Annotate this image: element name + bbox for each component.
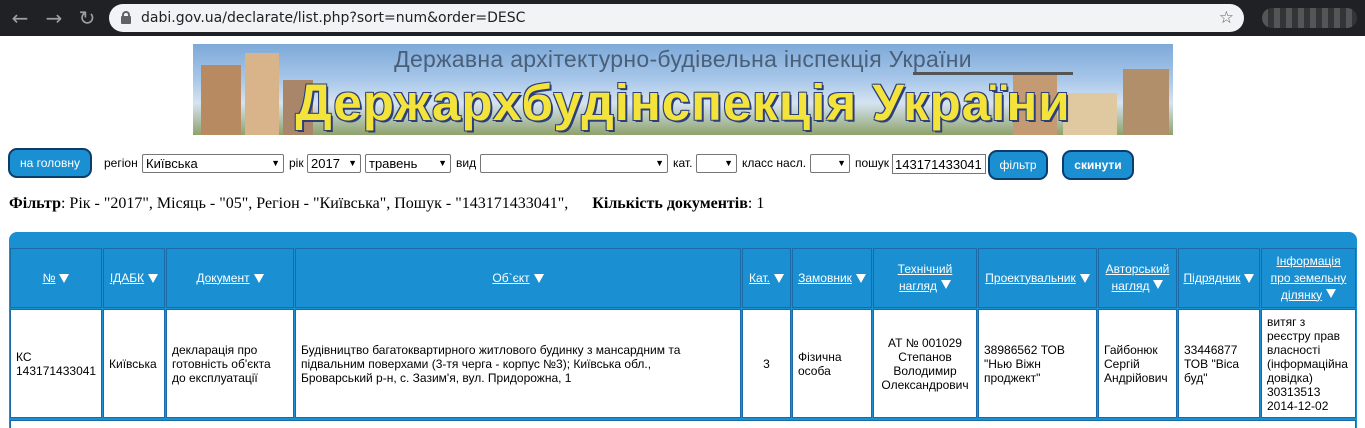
search-label: пошук bbox=[855, 156, 890, 170]
column-header-customer[interactable]: Замовник bbox=[792, 248, 872, 308]
sort-down-icon bbox=[1079, 273, 1090, 283]
filter-button[interactable]: фільтр bbox=[988, 150, 1048, 180]
column-header-designer-link[interactable]: Проектувальник bbox=[985, 270, 1075, 287]
chevron-down-icon: ▼ bbox=[271, 158, 280, 168]
address-bar[interactable]: dabi.gov.ua/declarate/list.php?sort=num&… bbox=[109, 4, 1244, 32]
sort-down-icon bbox=[253, 273, 264, 283]
category-label: кат. bbox=[673, 156, 693, 170]
cell-customer: Фізична особа bbox=[792, 309, 872, 418]
class-label: класс насл. bbox=[742, 156, 807, 170]
column-header-customer-link[interactable]: Замовник bbox=[798, 270, 852, 287]
document-count-label: Кількість документів bbox=[592, 195, 748, 212]
year-select-value: 2017 bbox=[311, 156, 340, 171]
reload-icon[interactable]: ↻ bbox=[75, 6, 99, 30]
reset-button[interactable]: скинути bbox=[1062, 150, 1134, 180]
banner-subtitle: Державна архітектурно-будівельна інспекц… bbox=[394, 46, 972, 72]
region-select-value: Київська bbox=[146, 156, 198, 171]
month-select[interactable]: травень ▼ bbox=[365, 154, 451, 173]
cell-document: декларація про готовність об'єкта до експл… bbox=[166, 309, 294, 418]
sort-down-icon bbox=[533, 273, 544, 283]
column-header-category[interactable]: Кат. bbox=[742, 248, 791, 308]
column-header-object-link[interactable]: Об`єкт bbox=[492, 270, 529, 287]
forward-icon[interactable]: → bbox=[42, 6, 66, 30]
url-text[interactable]: dabi.gov.ua/declarate/list.php?sort=num&… bbox=[141, 4, 525, 32]
column-header-category-link[interactable]: Кат. bbox=[749, 270, 770, 287]
region-select[interactable]: Київська ▼ bbox=[142, 154, 284, 173]
site-banner: Державна архітектурно-будівельна інспекц… bbox=[193, 44, 1173, 135]
column-header-idabk-link[interactable]: ІДАБК bbox=[110, 270, 144, 287]
lock-icon bbox=[121, 11, 131, 24]
column-header-author-supervision-link[interactable]: Авторський bbox=[1106, 261, 1170, 278]
column-header-tech-supervision-link2[interactable]: нагляд bbox=[899, 279, 937, 293]
browser-toolbar: ← → ↻ dabi.gov.ua/declarate/list.php?sor… bbox=[0, 0, 1365, 36]
type-select[interactable]: ▼ bbox=[480, 154, 668, 173]
column-header-tech-supervision-link[interactable]: Технічний bbox=[898, 261, 953, 278]
cell-tech-supervision: АТ № 001029 Степанов Володимир Олександрови… bbox=[873, 309, 977, 418]
column-header-tech-supervision[interactable]: Технічний нагляд bbox=[873, 248, 977, 308]
type-label: вид bbox=[456, 156, 477, 170]
cell-idabk: Київська bbox=[103, 309, 165, 418]
profile-avatar[interactable] bbox=[1262, 8, 1357, 28]
filter-summary-label: Фільтр bbox=[9, 195, 61, 212]
cell-object: Будівництво багатоквартирного житлового … bbox=[295, 309, 741, 418]
chevron-down-icon: ▼ bbox=[438, 158, 447, 168]
column-header-contractor[interactable]: Підрядник bbox=[1178, 248, 1260, 308]
region-label: регіон bbox=[104, 156, 138, 170]
cell-category: 3 bbox=[742, 309, 791, 418]
column-header-number[interactable]: № bbox=[10, 248, 102, 308]
next-row-edge bbox=[10, 420, 1356, 428]
search-input[interactable] bbox=[892, 154, 986, 174]
column-header-idabk[interactable]: ІДАБК bbox=[103, 248, 165, 308]
cell-land-info: витяг з реєстру прав власності (інформаційн… bbox=[1261, 309, 1356, 418]
cell-contractor: 33446877 ТОВ "Віса буд" bbox=[1178, 309, 1260, 418]
column-header-contractor-link[interactable]: Підрядник bbox=[1184, 270, 1241, 287]
cell-designer: 38986562 ТОВ "Нью Віжн проджект" bbox=[978, 309, 1097, 418]
month-select-value: травень bbox=[369, 156, 418, 171]
column-header-author-supervision-link2[interactable]: нагляд bbox=[1112, 279, 1150, 293]
chevron-down-icon: ▼ bbox=[655, 158, 664, 168]
column-header-land-info[interactable]: Інформація про земельну ділянку bbox=[1261, 248, 1356, 308]
document-count-value: : 1 bbox=[747, 195, 765, 212]
column-header-designer[interactable]: Проектувальник bbox=[978, 248, 1097, 308]
column-header-number-link[interactable]: № bbox=[43, 270, 56, 287]
filter-summary: Фільтр: Рік - "2017", Місяць - "05", Рег… bbox=[9, 195, 764, 213]
column-header-document[interactable]: Документ bbox=[166, 248, 294, 308]
sort-down-icon bbox=[773, 273, 784, 283]
column-header-land-info-link2[interactable]: про земельну bbox=[1271, 270, 1347, 287]
chevron-down-icon: ▼ bbox=[724, 158, 733, 168]
banner-title: Держархбудінспекція України bbox=[295, 74, 1071, 131]
home-button[interactable]: на головну bbox=[8, 148, 92, 178]
sort-down-icon bbox=[1153, 280, 1164, 289]
column-header-object[interactable]: Об`єкт bbox=[295, 248, 741, 308]
class-select[interactable]: ▼ bbox=[810, 154, 850, 173]
back-icon[interactable]: ← bbox=[8, 6, 32, 30]
cell-number: КС 143171433041 bbox=[10, 309, 102, 418]
year-label: рік bbox=[289, 156, 304, 170]
sort-down-icon bbox=[59, 273, 70, 283]
chevron-down-icon: ▼ bbox=[837, 158, 846, 168]
category-select[interactable]: ▼ bbox=[696, 154, 737, 173]
bookmark-star-icon[interactable]: ☆ bbox=[1219, 4, 1234, 32]
cell-author-supervision: Гайбонюк Сергій Андрійович bbox=[1098, 309, 1177, 418]
sort-down-icon bbox=[148, 273, 159, 283]
column-header-land-info-link3[interactable]: ділянку bbox=[1281, 288, 1322, 302]
column-header-land-info-link[interactable]: Інформація bbox=[1276, 253, 1340, 270]
sort-down-icon bbox=[940, 280, 951, 289]
filter-summary-text: : Рік - "2017", Місяць - "05", Регіон - … bbox=[60, 195, 569, 212]
column-header-document-link[interactable]: Документ bbox=[196, 270, 249, 287]
sort-down-icon bbox=[855, 273, 866, 283]
chevron-down-icon: ▼ bbox=[348, 158, 357, 168]
sort-down-icon bbox=[1244, 273, 1255, 283]
column-header-author-supervision[interactable]: Авторський нагляд bbox=[1098, 248, 1177, 308]
sort-down-icon bbox=[1326, 288, 1337, 298]
year-select[interactable]: 2017 ▼ bbox=[307, 154, 361, 173]
